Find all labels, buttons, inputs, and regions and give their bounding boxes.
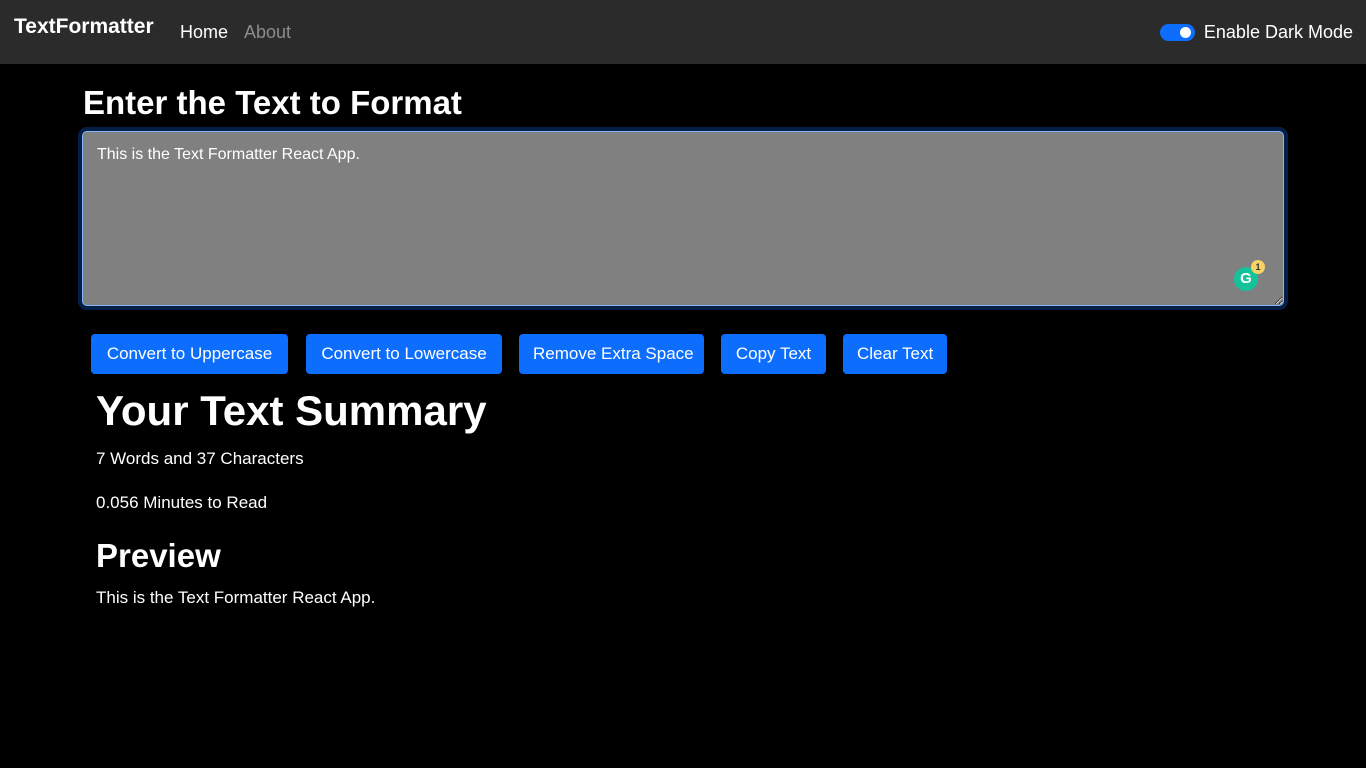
dark-mode-switch[interactable] <box>1159 23 1195 41</box>
preview-text: This is the Text Formatter React App. <box>96 588 376 607</box>
word-count-text: 7 Words and 37 Characters <box>96 449 304 468</box>
uppercase-button[interactable]: Convert to Uppercase <box>91 334 288 374</box>
switch-knob <box>1179 26 1191 38</box>
summary-title: Your Text Summary <box>96 387 487 434</box>
remove-space-button[interactable]: Remove Extra Space <box>519 334 704 374</box>
grammarly-badge: 1 <box>1251 260 1265 274</box>
navbar: TextFormatter Home About Enable Dark Mod… <box>0 0 1366 64</box>
dark-mode-toggle-group: Enable Dark Mode <box>1159 20 1353 44</box>
read-time-text: 0.056 Minutes to Read <box>96 493 268 512</box>
page-title: Enter the Text to Format <box>83 84 462 121</box>
dark-mode-label[interactable]: Enable Dark Mode <box>1204 22 1353 43</box>
nav-link-about[interactable]: About <box>244 22 291 43</box>
text-input[interactable]: This is the Text Formatter React App. <box>82 131 1284 306</box>
copy-text-button[interactable]: Copy Text <box>721 334 826 374</box>
text-input-wrapper: This is the Text Formatter React App. <box>82 131 1284 306</box>
brand-logo[interactable]: TextFormatter <box>14 15 154 39</box>
clear-text-button[interactable]: Clear Text <box>843 334 947 374</box>
nav-link-home[interactable]: Home <box>180 22 228 43</box>
lowercase-button[interactable]: Convert to Lowercase <box>306 334 502 374</box>
preview-title: Preview <box>96 537 221 574</box>
